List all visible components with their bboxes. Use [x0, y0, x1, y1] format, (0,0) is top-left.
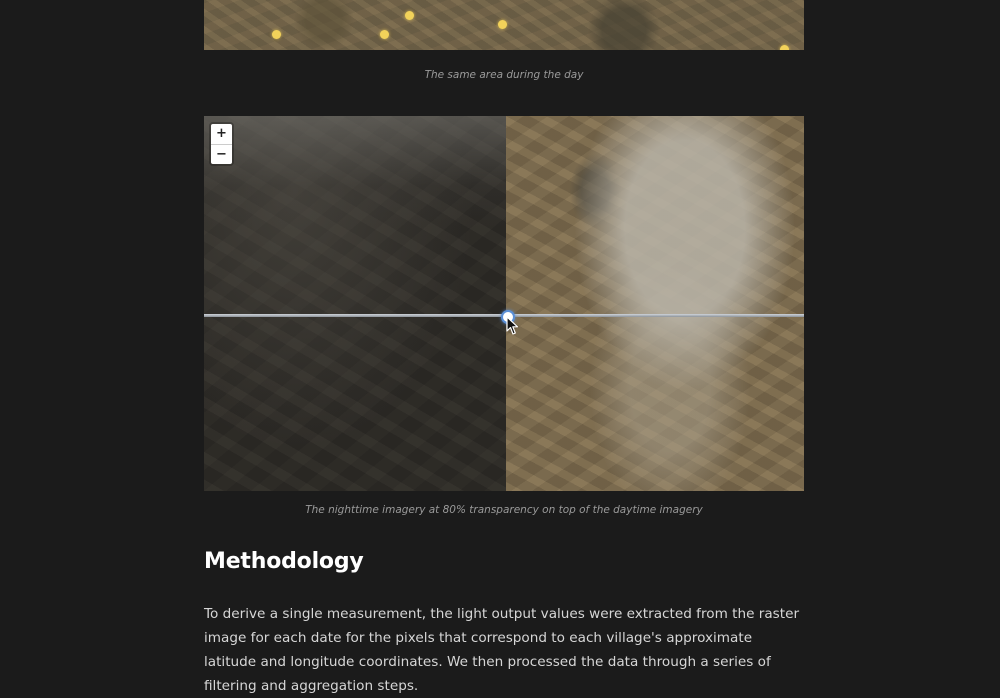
night-day-comparison-map[interactable]: + −: [204, 116, 804, 491]
village-marker[interactable]: [405, 11, 414, 20]
section-heading: Methodology: [204, 549, 364, 574]
village-marker[interactable]: [780, 45, 789, 50]
methodology-paragraph: To derive a single measurement, the ligh…: [204, 606, 800, 694]
overlay-image-caption: The nighttime imagery at 80% transparenc…: [305, 504, 703, 516]
nighttime-imagery-layer: [204, 116, 506, 491]
daytime-imagery-layer: [506, 116, 804, 491]
mouse-pointer-icon: [506, 316, 519, 335]
zoom-out-button[interactable]: −: [211, 144, 232, 164]
day-image-caption: The same area during the day: [424, 69, 584, 81]
village-marker[interactable]: [380, 30, 389, 39]
zoom-in-button[interactable]: +: [211, 124, 232, 144]
zoom-control: + −: [211, 124, 232, 164]
village-marker[interactable]: [272, 30, 281, 39]
village-marker[interactable]: [498, 20, 507, 29]
daytime-map-image: [204, 0, 804, 50]
